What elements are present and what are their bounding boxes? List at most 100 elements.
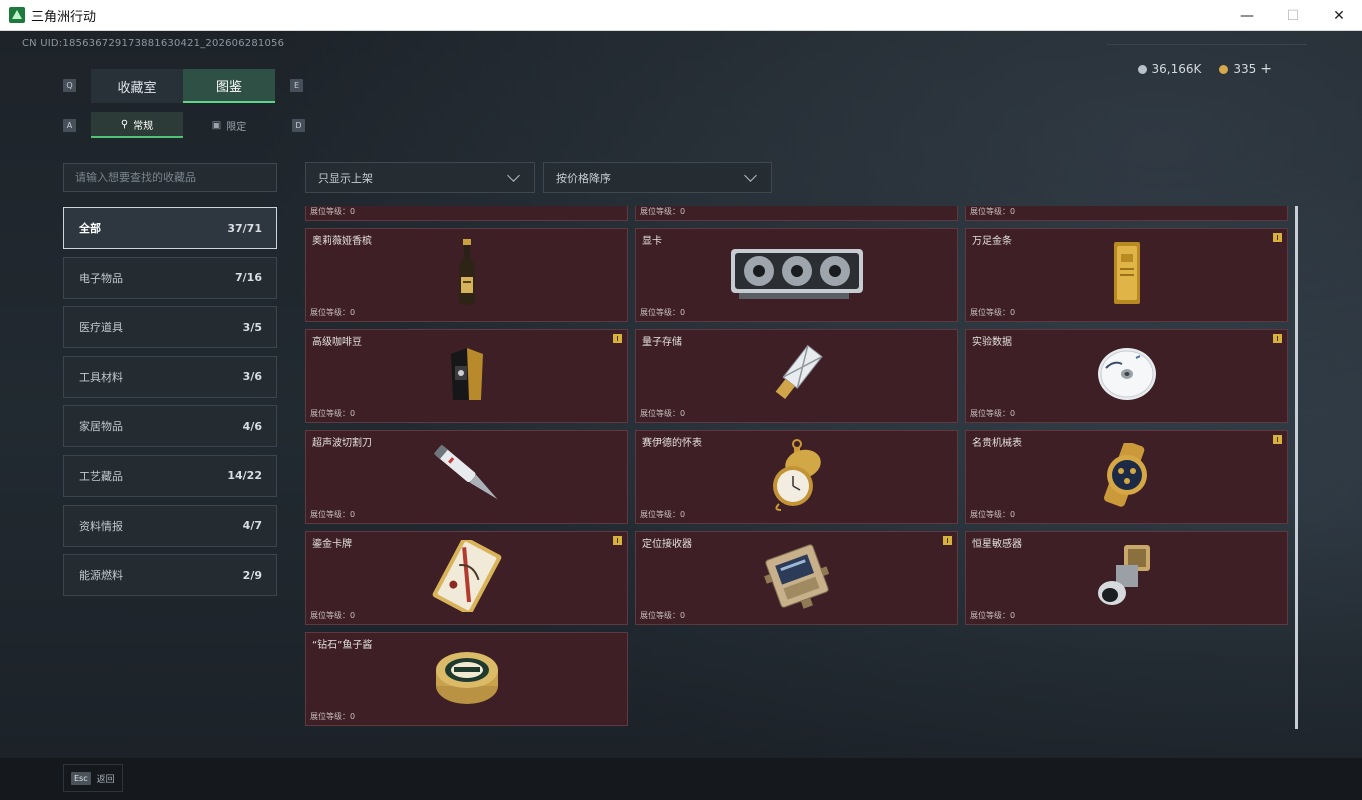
category-crafts[interactable]: 工艺藏品 14/22 bbox=[63, 454, 277, 497]
item-grid: 展位等级：0 展位等级：0 展位等级：0 奥莉薇娅香槟 展位等级：0 显卡 展位等级：0 万足… bbox=[305, 206, 1288, 726]
item-card[interactable]: 万足金条展位等级：0 bbox=[965, 228, 1288, 322]
bottom-bar: Esc 返回 bbox=[0, 758, 1362, 800]
caviar-icon bbox=[434, 646, 500, 712]
item-name: 超声波切割刀 bbox=[312, 438, 372, 449]
scrollbar-thumb[interactable] bbox=[1295, 206, 1298, 729]
window-title: 三角洲行动 bbox=[31, 9, 97, 25]
category-electronics[interactable]: 电子物品 7/16 bbox=[63, 256, 277, 299]
tab-collection-room[interactable]: 收藏室 bbox=[91, 69, 183, 103]
item-name: 定位接收器 bbox=[642, 539, 692, 550]
display-level: 展位等级：0 bbox=[310, 712, 356, 721]
pocketwatch-icon bbox=[769, 438, 825, 516]
display-level: 展位等级：0 bbox=[310, 409, 356, 418]
display-level: 展位等级：0 bbox=[970, 308, 1016, 317]
item-card[interactable]: 展位等级：0 bbox=[965, 206, 1288, 221]
category-medical[interactable]: 医疗道具 3/5 bbox=[63, 306, 277, 349]
coffee-icon bbox=[447, 346, 487, 406]
chevron-down-icon bbox=[744, 169, 757, 182]
main-tabs: 收藏室 图鉴 bbox=[91, 69, 275, 103]
subtab-regular[interactable]: ⚲ 常规 bbox=[91, 112, 183, 138]
wristwatch-icon bbox=[1099, 441, 1155, 511]
item-card[interactable]: 量子存储 展位等级：0 bbox=[635, 329, 958, 423]
item-name: 赛伊德的怀表 bbox=[642, 438, 702, 449]
knife-icon bbox=[432, 440, 502, 514]
item-name: 显卡 bbox=[642, 236, 662, 247]
alert-flag-icon bbox=[1273, 233, 1282, 242]
display-level: 展位等级：0 bbox=[970, 409, 1016, 418]
image-icon: ▣ bbox=[211, 119, 222, 131]
alert-flag-icon bbox=[613, 334, 622, 343]
display-level: 展位等级：0 bbox=[640, 308, 686, 317]
player-uid: CN UID:1856367291738816304​21_2026062810… bbox=[22, 38, 285, 49]
item-card[interactable]: 实验数据 展位等级：0 bbox=[965, 329, 1288, 423]
filter-display-dropdown[interactable]: 只显示上架 bbox=[305, 162, 535, 193]
item-card[interactable]: 展位等级：0 bbox=[635, 206, 958, 221]
display-level: 展位等级：0 bbox=[310, 611, 356, 620]
item-card[interactable]: 展位等级：0 bbox=[305, 206, 628, 221]
sort-dropdown[interactable]: 按价格降序 bbox=[543, 162, 772, 193]
maximize-icon[interactable]: ☐ bbox=[1270, 0, 1316, 31]
item-name: 高级咖啡豆 bbox=[312, 337, 362, 348]
item-grid-viewport: 展位等级：0 展位等级：0 展位等级：0 奥莉薇娅香槟 展位等级：0 显卡 展位等级：0 万足… bbox=[305, 206, 1290, 729]
key-hint-prev-subtab: A bbox=[63, 119, 76, 132]
gpu-icon bbox=[729, 245, 865, 305]
gold-balance: 335 + bbox=[1219, 61, 1272, 77]
category-intel[interactable]: 资料情报 4/7 bbox=[63, 504, 277, 547]
item-name: 量子存储 bbox=[642, 337, 682, 348]
item-card[interactable]: 定位接收器展位等级：0 bbox=[635, 531, 958, 625]
alert-flag-icon bbox=[943, 536, 952, 545]
bottle-icon: ⚲ bbox=[120, 118, 129, 130]
currency-bar: 36,166K 335 + bbox=[1137, 61, 1272, 77]
game-viewport: CN UID:1856367291738816304​21_2026062810… bbox=[0, 31, 1362, 800]
esc-key-hint: Esc bbox=[71, 771, 91, 785]
close-icon[interactable]: ✕ bbox=[1316, 0, 1362, 31]
item-card[interactable]: 显卡展位等级：0 bbox=[635, 228, 958, 322]
category-list: 全部 37/71 电子物品 7/16 医疗道具 3/5 工具材料 3/6 家居物品 4/6… bbox=[63, 207, 277, 604]
display-level: 展位等级：0 bbox=[310, 308, 356, 317]
item-card[interactable]: 恒星敏感器展位等级：0 bbox=[965, 531, 1288, 625]
key-hint-next-tab: E bbox=[290, 79, 303, 92]
goldbar-icon bbox=[1111, 240, 1143, 310]
key-hint-prev-tab: Q bbox=[63, 79, 76, 92]
item-card[interactable]: 奥莉薇娅香槟 展位等级：0 bbox=[305, 228, 628, 322]
display-level: 展位等级：0 bbox=[970, 207, 1016, 216]
display-level: 展位等级：0 bbox=[310, 510, 356, 519]
item-name: 名贵机械表 bbox=[972, 438, 1022, 449]
receiver-icon bbox=[762, 541, 832, 615]
category-energy[interactable]: 能源燃料 2/9 bbox=[63, 554, 277, 597]
back-button[interactable]: Esc 返回 bbox=[63, 764, 123, 792]
display-level: 展位等级：0 bbox=[310, 207, 356, 216]
coin-icon bbox=[1137, 65, 1147, 74]
coin-balance: 36,166K bbox=[1137, 62, 1201, 76]
item-card[interactable]: 名贵机械表 展位等级：0 bbox=[965, 430, 1288, 524]
champagne-icon bbox=[455, 239, 479, 311]
gold-coin-icon bbox=[1219, 65, 1229, 74]
search-input[interactable] bbox=[63, 163, 277, 192]
item-name: 万足金条 bbox=[972, 236, 1012, 247]
item-name: “钻石”鱼子酱 bbox=[312, 640, 373, 651]
alert-flag-icon bbox=[1273, 435, 1282, 444]
usb-icon bbox=[770, 343, 824, 409]
item-name: 恒星敏感器 bbox=[972, 539, 1022, 550]
item-name: 鎏金卡牌 bbox=[312, 539, 352, 550]
display-level: 展位等级：0 bbox=[640, 611, 686, 620]
subtab-limited[interactable]: ▣ 限定 bbox=[183, 112, 275, 138]
minimize-icon[interactable]: — bbox=[1224, 0, 1270, 31]
category-tools[interactable]: 工具材料 3/6 bbox=[63, 355, 277, 398]
card-icon bbox=[429, 536, 505, 616]
app-logo-icon bbox=[9, 7, 25, 23]
category-household[interactable]: 家居物品 4/6 bbox=[63, 405, 277, 448]
display-level: 展位等级：0 bbox=[640, 207, 686, 216]
display-level: 展位等级：0 bbox=[970, 611, 1016, 620]
category-all[interactable]: 全部 37/71 bbox=[63, 207, 277, 249]
chevron-down-icon bbox=[507, 169, 520, 182]
window-titlebar: 三角洲行动 — ☐ ✕ bbox=[0, 0, 1362, 31]
item-card[interactable]: 鎏金卡牌展位等级：0 bbox=[305, 531, 628, 625]
item-card[interactable]: 赛伊德的怀表 展位等级：0 bbox=[635, 430, 958, 524]
item-card[interactable]: “钻石”鱼子酱 展位等级：0 bbox=[305, 632, 628, 726]
tab-catalog[interactable]: 图鉴 bbox=[183, 69, 275, 103]
item-card[interactable]: 高级咖啡豆展位等级：0 bbox=[305, 329, 628, 423]
sensor-icon bbox=[1094, 541, 1160, 615]
add-currency-button[interactable]: + bbox=[1260, 61, 1272, 77]
item-card[interactable]: 超声波切割刀 展位等级：0 bbox=[305, 430, 628, 524]
